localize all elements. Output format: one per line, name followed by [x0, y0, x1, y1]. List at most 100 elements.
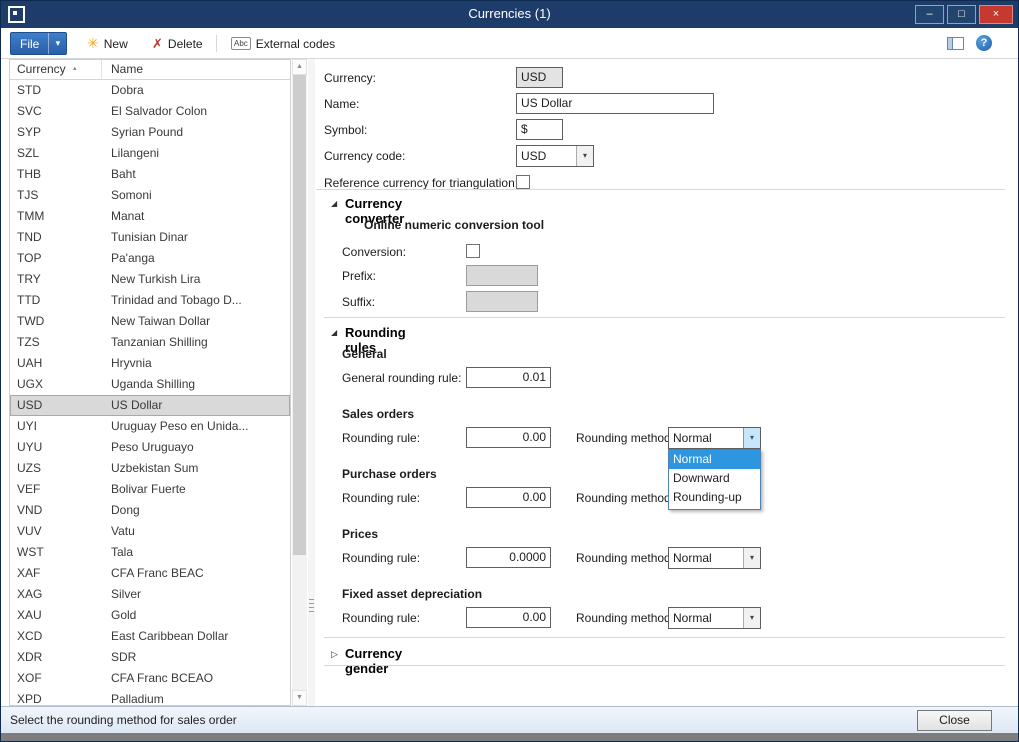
suffix-field[interactable] [466, 291, 538, 312]
currency-row[interactable]: UZS Uzbekistan Sum [10, 458, 290, 479]
conversion-checkbox[interactable] [466, 244, 480, 258]
currency-field[interactable]: USD [516, 67, 563, 88]
currency-row[interactable]: SZL Lilangeni [10, 143, 290, 164]
currency-code-cell: XDR [17, 647, 42, 668]
name-field[interactable]: US Dollar [516, 93, 714, 114]
dropdown-option[interactable]: Normal [669, 450, 760, 469]
close-window-button[interactable]: × [979, 5, 1013, 24]
currency-row[interactable]: XAF CFA Franc BEAC [10, 563, 290, 584]
triangulation-checkbox[interactable] [516, 175, 530, 189]
delete-button[interactable]: ✗ Delete [146, 32, 209, 55]
currency-row[interactable]: SYP Syrian Pound [10, 122, 290, 143]
purchase-rounding-method-label: Rounding method: [576, 491, 674, 505]
help-icon[interactable]: ? [976, 35, 992, 51]
sales-rounding-rule-field[interactable]: 0.00 [466, 427, 551, 448]
purchase-orders-heading: Purchase orders [342, 467, 437, 481]
dropdown-option[interactable]: Rounding-up [669, 488, 760, 507]
file-menu-button[interactable]: File ▾ [10, 32, 67, 55]
currency-row[interactable]: VND Dong [10, 500, 290, 521]
minimize-button[interactable]: – [915, 5, 944, 24]
dropdown-option[interactable]: Downward [669, 469, 760, 488]
currency-row[interactable]: STD Dobra [10, 80, 290, 101]
section-expanded-icon: ◢ [331, 199, 337, 208]
currency-row[interactable]: XCD East Caribbean Dollar [10, 626, 290, 647]
currency-row[interactable]: XOF CFA Franc BCEAO [10, 668, 290, 689]
currency-name-cell: Tanzanian Shilling [111, 332, 288, 353]
scrollbar-thumb[interactable] [293, 75, 306, 555]
currency-code-cell: TOP [17, 248, 41, 269]
currency-row[interactable]: TWD New Taiwan Dollar [10, 311, 290, 332]
currency-row[interactable]: XAG Silver [10, 584, 290, 605]
fixed-asset-rounding-method-combobox[interactable]: Normal ▾ [668, 607, 761, 629]
general-rounding-rule-field[interactable]: 0.01 [466, 367, 551, 388]
currency-code-combobox[interactable]: USD ▾ [516, 145, 594, 167]
currency-code-cell: VND [17, 500, 42, 521]
fixed-asset-heading: Fixed asset depreciation [342, 587, 482, 601]
column-header-name[interactable]: Name [102, 60, 290, 79]
currency-code-cell: SZL [17, 143, 39, 164]
section-title: Currency gender [345, 646, 402, 676]
currency-row[interactable]: VEF Bolivar Fuerte [10, 479, 290, 500]
dropdown-option-label: Rounding-up [673, 490, 742, 504]
currency-row[interactable]: TTD Trinidad and Tobago D... [10, 290, 290, 311]
status-message: Select the rounding method for sales ord… [10, 713, 237, 727]
currency-row[interactable]: TZS Tanzanian Shilling [10, 332, 290, 353]
fixed-asset-rounding-rule-label: Rounding rule: [342, 611, 420, 625]
toolbar: File ▾ ✳ New ✗ Delete Abc External codes… [1, 28, 1018, 59]
new-button[interactable]: ✳ New [81, 32, 134, 55]
currency-row[interactable]: TJS Somoni [10, 185, 290, 206]
currency-row[interactable]: UAH Hryvnia [10, 353, 290, 374]
currency-row[interactable]: TRY New Turkish Lira [10, 269, 290, 290]
prefix-field[interactable] [466, 265, 538, 286]
currency-name-cell: Uganda Shilling [111, 374, 288, 395]
currency-code-cell: SYP [17, 122, 41, 143]
list-scrollbar[interactable]: ▲ ▼ [292, 59, 307, 706]
currency-row[interactable]: XDR SDR [10, 647, 290, 668]
currency-row[interactable]: TMM Manat [10, 206, 290, 227]
fixed-asset-rounding-rule-field[interactable]: 0.00 [466, 607, 551, 628]
prices-rounding-method-combobox[interactable]: Normal ▾ [668, 547, 761, 569]
currency-row[interactable]: VUV Vatu [10, 521, 290, 542]
conversion-label: Conversion: [342, 245, 406, 259]
chevron-down-icon: ▾ [49, 38, 66, 49]
prices-rounding-method-value: Normal [669, 548, 743, 568]
panel-splitter[interactable] [308, 59, 315, 706]
currency-row[interactable]: THB Baht [10, 164, 290, 185]
close-button[interactable]: Close [917, 710, 992, 731]
column-header-currency[interactable]: Currency▲ [10, 60, 102, 79]
currency-row[interactable]: XAU Gold [10, 605, 290, 626]
currency-row[interactable]: UGX Uganda Shilling [10, 374, 290, 395]
triangulation-label: Reference currency for triangulation: [324, 176, 518, 190]
currency-row[interactable]: TND Tunisian Dinar [10, 227, 290, 248]
currency-row[interactable]: UYI Uruguay Peso en Unida... [10, 416, 290, 437]
currency-row[interactable]: TOP Pa'anga [10, 248, 290, 269]
currency-row[interactable]: XPD Palladium [10, 689, 290, 705]
sales-rounding-method-combobox[interactable]: Normal ▾ [668, 427, 761, 449]
prices-rounding-rule-field[interactable]: 0.0000 [466, 547, 551, 568]
currency-name-cell: Uruguay Peso en Unida... [111, 416, 288, 437]
purchase-rounding-rule-field[interactable]: 0.00 [466, 487, 551, 508]
currency-name-cell: El Salvador Colon [111, 101, 288, 122]
currency-code-cell: XAU [17, 605, 42, 626]
symbol-field[interactable]: $ [516, 119, 563, 140]
currency-row[interactable]: WST Tala [10, 542, 290, 563]
currency-name-cell: East Caribbean Dollar [111, 626, 288, 647]
currency-name-cell: Bolivar Fuerte [111, 479, 288, 500]
currency-row[interactable]: UYU Peso Uruguayo [10, 437, 290, 458]
maximize-button[interactable]: □ [947, 5, 976, 24]
statusbar: Select the rounding method for sales ord… [1, 706, 1018, 733]
currency-name-cell: SDR [111, 647, 288, 668]
external-codes-button[interactable]: Abc External codes [225, 32, 341, 55]
section-bottom-border [324, 637, 1005, 638]
currency-row[interactable]: USD US Dollar [10, 395, 290, 416]
prices-rounding-method-label: Rounding method: [576, 551, 674, 565]
currency-row[interactable]: SVC El Salvador Colon [10, 101, 290, 122]
scroll-down-icon[interactable]: ▼ [292, 690, 307, 706]
abc-icon: Abc [231, 37, 251, 50]
currency-code-cell: UYI [17, 416, 37, 437]
layout-icon[interactable] [947, 37, 964, 50]
scroll-up-icon[interactable]: ▲ [292, 59, 307, 75]
currency-name-cell: New Taiwan Dollar [111, 311, 288, 332]
currency-name-cell: Peso Uruguayo [111, 437, 288, 458]
titlebar: Currencies (1) – □ × [1, 1, 1018, 28]
